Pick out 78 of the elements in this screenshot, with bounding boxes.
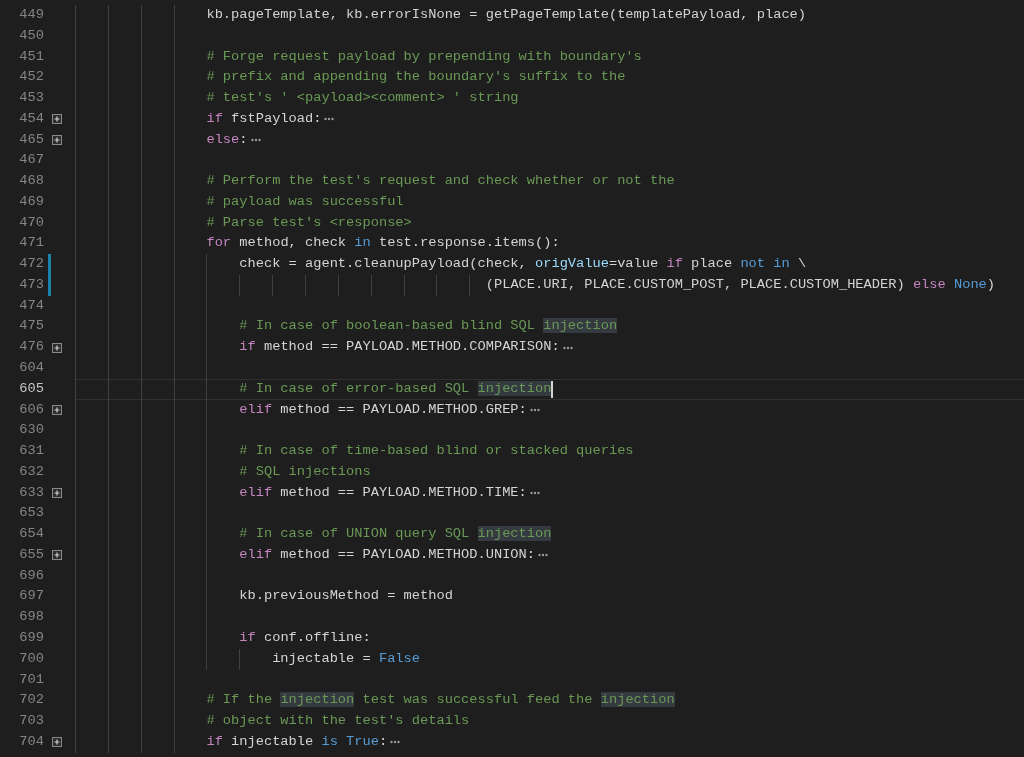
- ellipsis-icon[interactable]: [250, 136, 261, 143]
- line-number: 475: [18, 317, 44, 336]
- line-number: 472: [18, 255, 44, 274]
- line-number: 701: [18, 670, 44, 689]
- line-number: 630: [18, 421, 44, 440]
- code-line: for method, check in test.response.items():: [206, 234, 560, 253]
- code-line: # In case of error-based SQL injection: [239, 379, 552, 398]
- ellipsis-icon[interactable]: [529, 406, 540, 413]
- code-line: else:: [206, 130, 248, 149]
- code-line: kb.previousMethod = method: [239, 587, 453, 606]
- code-line: kb.pageTemplate, kb.errorIsNone = getPageTemplate(templatePayload, place): [206, 6, 807, 24]
- ellipsis-icon[interactable]: [562, 344, 573, 351]
- line-number: 450: [18, 26, 44, 45]
- line-number: 699: [18, 628, 44, 647]
- code-line: # payload was successful: [206, 192, 404, 211]
- code-line: # In case of time-based blind or stacked queries: [239, 442, 634, 461]
- line-number: 702: [18, 691, 44, 710]
- line-number: 449: [18, 6, 44, 24]
- code-line: elif method == PAYLOAD.METHOD.TIME:: [239, 483, 527, 502]
- plus-box-icon[interactable]: [52, 488, 62, 498]
- line-number: 653: [18, 504, 44, 523]
- code-line: elif method == PAYLOAD.METHOD.UNION:: [239, 545, 535, 564]
- code-line: check = agent.cleanupPayload(check, origValue=value if place not in \: [239, 255, 807, 274]
- text-cursor: [551, 380, 554, 398]
- line-number: 654: [18, 525, 44, 544]
- line-number: 631: [18, 442, 44, 461]
- line-number: 468: [18, 172, 44, 191]
- line-number: 476: [18, 338, 44, 357]
- code-line: injectable = False: [272, 649, 420, 668]
- code-line: if injectable is True:: [206, 732, 388, 751]
- line-number: 700: [18, 649, 44, 668]
- plus-box-icon[interactable]: [52, 342, 62, 353]
- line-number: 604: [18, 359, 44, 377]
- line-number: 704: [18, 732, 44, 751]
- code-line: # In case of UNION query SQL injection: [239, 525, 552, 544]
- code-line: # test's ' <payload><comment> ' string: [206, 89, 519, 108]
- ellipsis-icon[interactable]: [324, 116, 335, 123]
- line-number: 465: [18, 130, 44, 149]
- plus-box-icon[interactable]: [52, 134, 62, 145]
- line-number: 467: [18, 151, 44, 170]
- code-line: if method == PAYLOAD.METHOD.COMPARISON:: [239, 338, 560, 357]
- line-number: 632: [18, 462, 44, 481]
- code-line: # Perform the test's request and check whether or not the: [206, 172, 675, 191]
- line-number: 473: [18, 275, 44, 294]
- ellipsis-icon[interactable]: [538, 552, 548, 559]
- code-line: # Parse test's <response>: [206, 213, 412, 232]
- line-number: 605: [18, 379, 44, 398]
- line-number: 453: [18, 89, 44, 108]
- line-number: 474: [18, 296, 44, 315]
- line-number: 606: [18, 400, 44, 419]
- plus-box-icon[interactable]: [52, 404, 62, 415]
- line-number: 698: [18, 608, 44, 627]
- line-number: 454: [18, 109, 44, 128]
- ellipsis-icon[interactable]: [529, 490, 540, 496]
- code-line: # Forge request payload by prepending with boundary's: [206, 47, 642, 66]
- code-line: # In case of boolean-based blind SQL injection: [239, 317, 618, 336]
- line-number: 703: [18, 712, 44, 731]
- line-number: 451: [18, 47, 44, 66]
- code-line: # If the injection test was successful feed the injection: [206, 691, 675, 710]
- plus-box-icon[interactable]: [52, 114, 62, 125]
- code-line: # prefix and appending the boundary's suffix to the: [206, 68, 626, 87]
- line-number: 655: [18, 545, 44, 564]
- code-line: if conf.offline:: [239, 628, 371, 647]
- line-number: 469: [18, 192, 44, 211]
- plus-box-icon[interactable]: [52, 737, 62, 748]
- plus-box-icon[interactable]: [52, 550, 62, 561]
- code-line: if fstPayload:: [206, 109, 322, 128]
- line-number: 696: [18, 566, 44, 585]
- line-number: 633: [18, 483, 44, 502]
- line-number: 452: [18, 68, 44, 87]
- code-line: # object with the test's details: [206, 712, 470, 731]
- code-line: elif method == PAYLOAD.METHOD.GREP:: [239, 400, 527, 419]
- line-number: 470: [18, 213, 44, 232]
- ellipsis-icon[interactable]: [390, 739, 401, 746]
- line-number: 697: [18, 587, 44, 606]
- line-number: 471: [18, 234, 44, 253]
- code-line: (PLACE.URI, PLACE.CUSTOM_POST, PLACE.CUSTOM_HEADER) else None): [485, 275, 996, 294]
- code-line: # SQL injections: [239, 462, 371, 481]
